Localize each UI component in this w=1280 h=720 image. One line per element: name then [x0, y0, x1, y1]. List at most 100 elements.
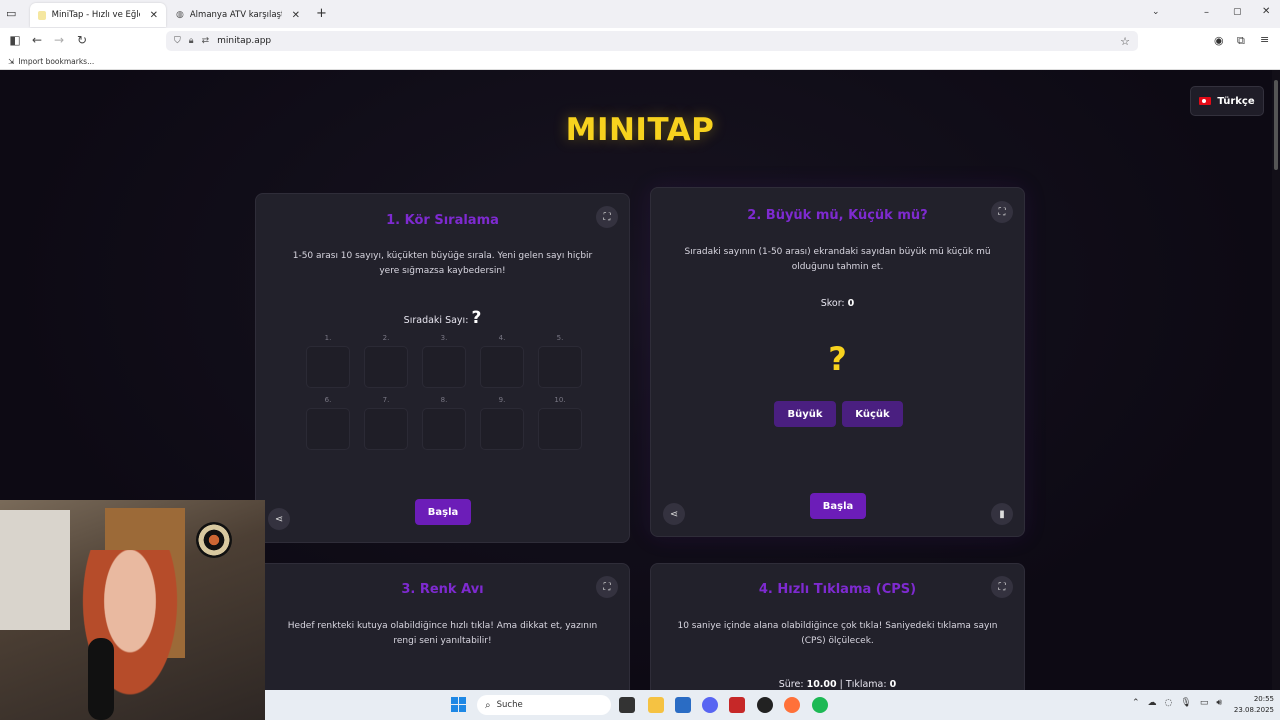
- shield-icon[interactable]: ⛉: [174, 36, 181, 46]
- forward-icon[interactable]: →: [48, 33, 70, 47]
- new-tab-icon[interactable]: +: [316, 6, 327, 21]
- discord-icon[interactable]: [702, 697, 718, 713]
- time-label: Süre:: [778, 679, 804, 690]
- close-tab-icon[interactable]: ✕: [150, 10, 158, 21]
- timer-row: Süre: 10.00 | Tıklama: 0: [651, 679, 1024, 690]
- globe-icon: ◍: [176, 10, 184, 20]
- list-tabs-icon[interactable]: ⌄: [1152, 7, 1160, 17]
- sort-slot-5[interactable]: [538, 346, 582, 388]
- url-text[interactable]: minitap.app: [217, 36, 271, 46]
- tab-list-icon[interactable]: ▭: [6, 7, 16, 20]
- slot-label: 3.: [440, 334, 448, 342]
- fullscreen-icon[interactable]: ⛶: [991, 576, 1013, 598]
- lock-icon[interactable]: 🔒︎: [189, 36, 194, 46]
- streaming-app-icon[interactable]: [729, 697, 745, 713]
- sort-slot-9[interactable]: [480, 408, 524, 450]
- address-bar[interactable]: ⛉ 🔒︎ ⇄ minitap.app ☆: [166, 31, 1138, 51]
- sort-slot-3[interactable]: [422, 346, 466, 388]
- clicks-label: | Tıklama:: [839, 679, 887, 690]
- card-title: 1. Kör Sıralama: [386, 213, 499, 228]
- slot-label: 5.: [556, 334, 564, 342]
- start-button[interactable]: Başla: [810, 493, 866, 519]
- current-number: ?: [828, 340, 847, 378]
- card-title: 2. Büyük mü, Küçük mü?: [747, 208, 928, 223]
- task-view-icon[interactable]: [619, 697, 635, 713]
- extensions-icon[interactable]: ⧉: [1237, 34, 1245, 48]
- close-window-icon[interactable]: ✕: [1262, 6, 1270, 17]
- mic-tray-icon[interactable]: 🎙︎: [1180, 698, 1191, 708]
- spotify-icon[interactable]: [812, 697, 828, 713]
- sort-slot-1[interactable]: [306, 346, 350, 388]
- sort-slot-4[interactable]: [480, 346, 524, 388]
- fullscreen-icon[interactable]: ⛶: [596, 206, 618, 228]
- turkey-flag-icon: [1199, 97, 1212, 105]
- sort-slot-7[interactable]: [364, 408, 408, 450]
- bookmark-star-icon[interactable]: ☆: [1120, 35, 1130, 48]
- volume-icon[interactable]: 🔊︎: [1216, 698, 1222, 708]
- slot-label: 7.: [382, 396, 390, 404]
- sidebar-icon[interactable]: ◧: [4, 33, 26, 47]
- slot-label: 9.: [498, 396, 506, 404]
- chevron-up-icon[interactable]: ⌃: [1132, 698, 1140, 708]
- next-number-label: Sıradaki Sayı:: [403, 315, 469, 326]
- close-tab-icon[interactable]: ✕: [292, 10, 300, 21]
- lower-button[interactable]: Küçük: [842, 401, 903, 427]
- maximize-icon[interactable]: ▢: [1233, 7, 1242, 17]
- favicon-icon: [38, 10, 46, 20]
- fullscreen-icon[interactable]: ⛶: [596, 576, 618, 598]
- page-scrollbar[interactable]: [1272, 70, 1280, 690]
- back-icon[interactable]: ←: [26, 33, 48, 47]
- sort-slot-6[interactable]: [306, 408, 350, 450]
- higher-button[interactable]: Büyük: [774, 401, 836, 427]
- taskbar: ⌕ Suche ⌃ ☁ ◌ 🎙︎ ▭ 🔊︎ 20:55 23.08.2025: [265, 690, 1280, 720]
- reload-icon[interactable]: ↻: [71, 33, 93, 47]
- clock-date: 23.08.2025: [1233, 706, 1274, 714]
- share-icon[interactable]: ⋖: [268, 508, 290, 530]
- score-value: 0: [847, 298, 855, 309]
- score: Skor: 0: [651, 298, 1024, 309]
- webcam-overlay: [0, 500, 265, 720]
- language-label: Türkçe: [1217, 95, 1255, 107]
- card-title: 4. Hızlı Tıklama (CPS): [758, 582, 917, 597]
- game-card-blind-sort: 1. Kör Sıralama ⛶ 1-50 arası 10 sayıyı, …: [255, 193, 630, 543]
- display-icon[interactable]: ▭: [1200, 698, 1209, 708]
- import-icon: ⇲: [8, 57, 15, 66]
- taskbar-search[interactable]: ⌕ Suche: [477, 695, 611, 715]
- microphone-icon: [88, 638, 114, 720]
- slot-label: 4.: [498, 334, 506, 342]
- file-explorer-icon[interactable]: [648, 697, 664, 713]
- game-card-higher-lower: 2. Büyük mü, Küçük mü? ⛶ Sıradaki sayını…: [650, 187, 1025, 537]
- store-icon[interactable]: [675, 697, 691, 713]
- fullscreen-icon[interactable]: ⛶: [991, 201, 1013, 223]
- card-description: Sıradaki sayının (1-50 arası) ekrandaki …: [684, 247, 991, 272]
- share-icon[interactable]: ⋖: [663, 503, 685, 525]
- sort-slot-10[interactable]: [538, 408, 582, 450]
- clock[interactable]: 20:55 23.08.2025: [1234, 694, 1274, 716]
- onedrive-icon[interactable]: ◌: [1165, 698, 1173, 708]
- stats-icon[interactable]: ▮: [991, 503, 1013, 525]
- sort-slot-2[interactable]: [364, 346, 408, 388]
- scrollbar-thumb[interactable]: [1274, 80, 1278, 170]
- menu-icon[interactable]: ≡: [1260, 33, 1269, 46]
- game-card-cps: 4. Hızlı Tıklama (CPS) ⛶ 10 saniye içind…: [650, 563, 1025, 690]
- tab-title: MiniTap - Hızlı ve Eğlenceli Oyu: [51, 10, 140, 20]
- permissions-icon[interactable]: ⇄: [202, 36, 210, 46]
- system-tray: ⌃ ☁ ◌ 🎙︎ ▭ 🔊︎: [1132, 698, 1222, 708]
- start-button[interactable]: Başla: [415, 499, 471, 525]
- game-card-color-hunt: 3. Renk Avı ⛶ Hedef renkteki kutuya olab…: [255, 563, 630, 690]
- firefox-icon[interactable]: [784, 697, 800, 713]
- tab-almanya[interactable]: ◍ Almanya ATV karşılaştırması ✕: [168, 3, 308, 27]
- slot-label: 6.: [324, 396, 332, 404]
- import-bookmarks-link[interactable]: Import bookmarks...: [18, 57, 94, 66]
- slot-label: 2.: [382, 334, 390, 342]
- minimize-icon[interactable]: –: [1204, 7, 1209, 18]
- sort-slot-8[interactable]: [422, 408, 466, 450]
- tab-minitap[interactable]: MiniTap - Hızlı ve Eğlenceli Oyu ✕: [30, 3, 166, 27]
- tab-bar: ▭ MiniTap - Hızlı ve Eğlenceli Oyu ✕ ◍ A…: [0, 0, 1280, 28]
- webcam-shelf: [0, 510, 70, 630]
- card-description: Hedef renkteki kutuya olabildiğince hızl…: [287, 621, 598, 646]
- obs-icon[interactable]: [757, 697, 773, 713]
- cloud-icon[interactable]: ☁: [1148, 698, 1157, 708]
- windows-start-icon[interactable]: [451, 697, 466, 712]
- account-icon[interactable]: ◉: [1214, 34, 1224, 47]
